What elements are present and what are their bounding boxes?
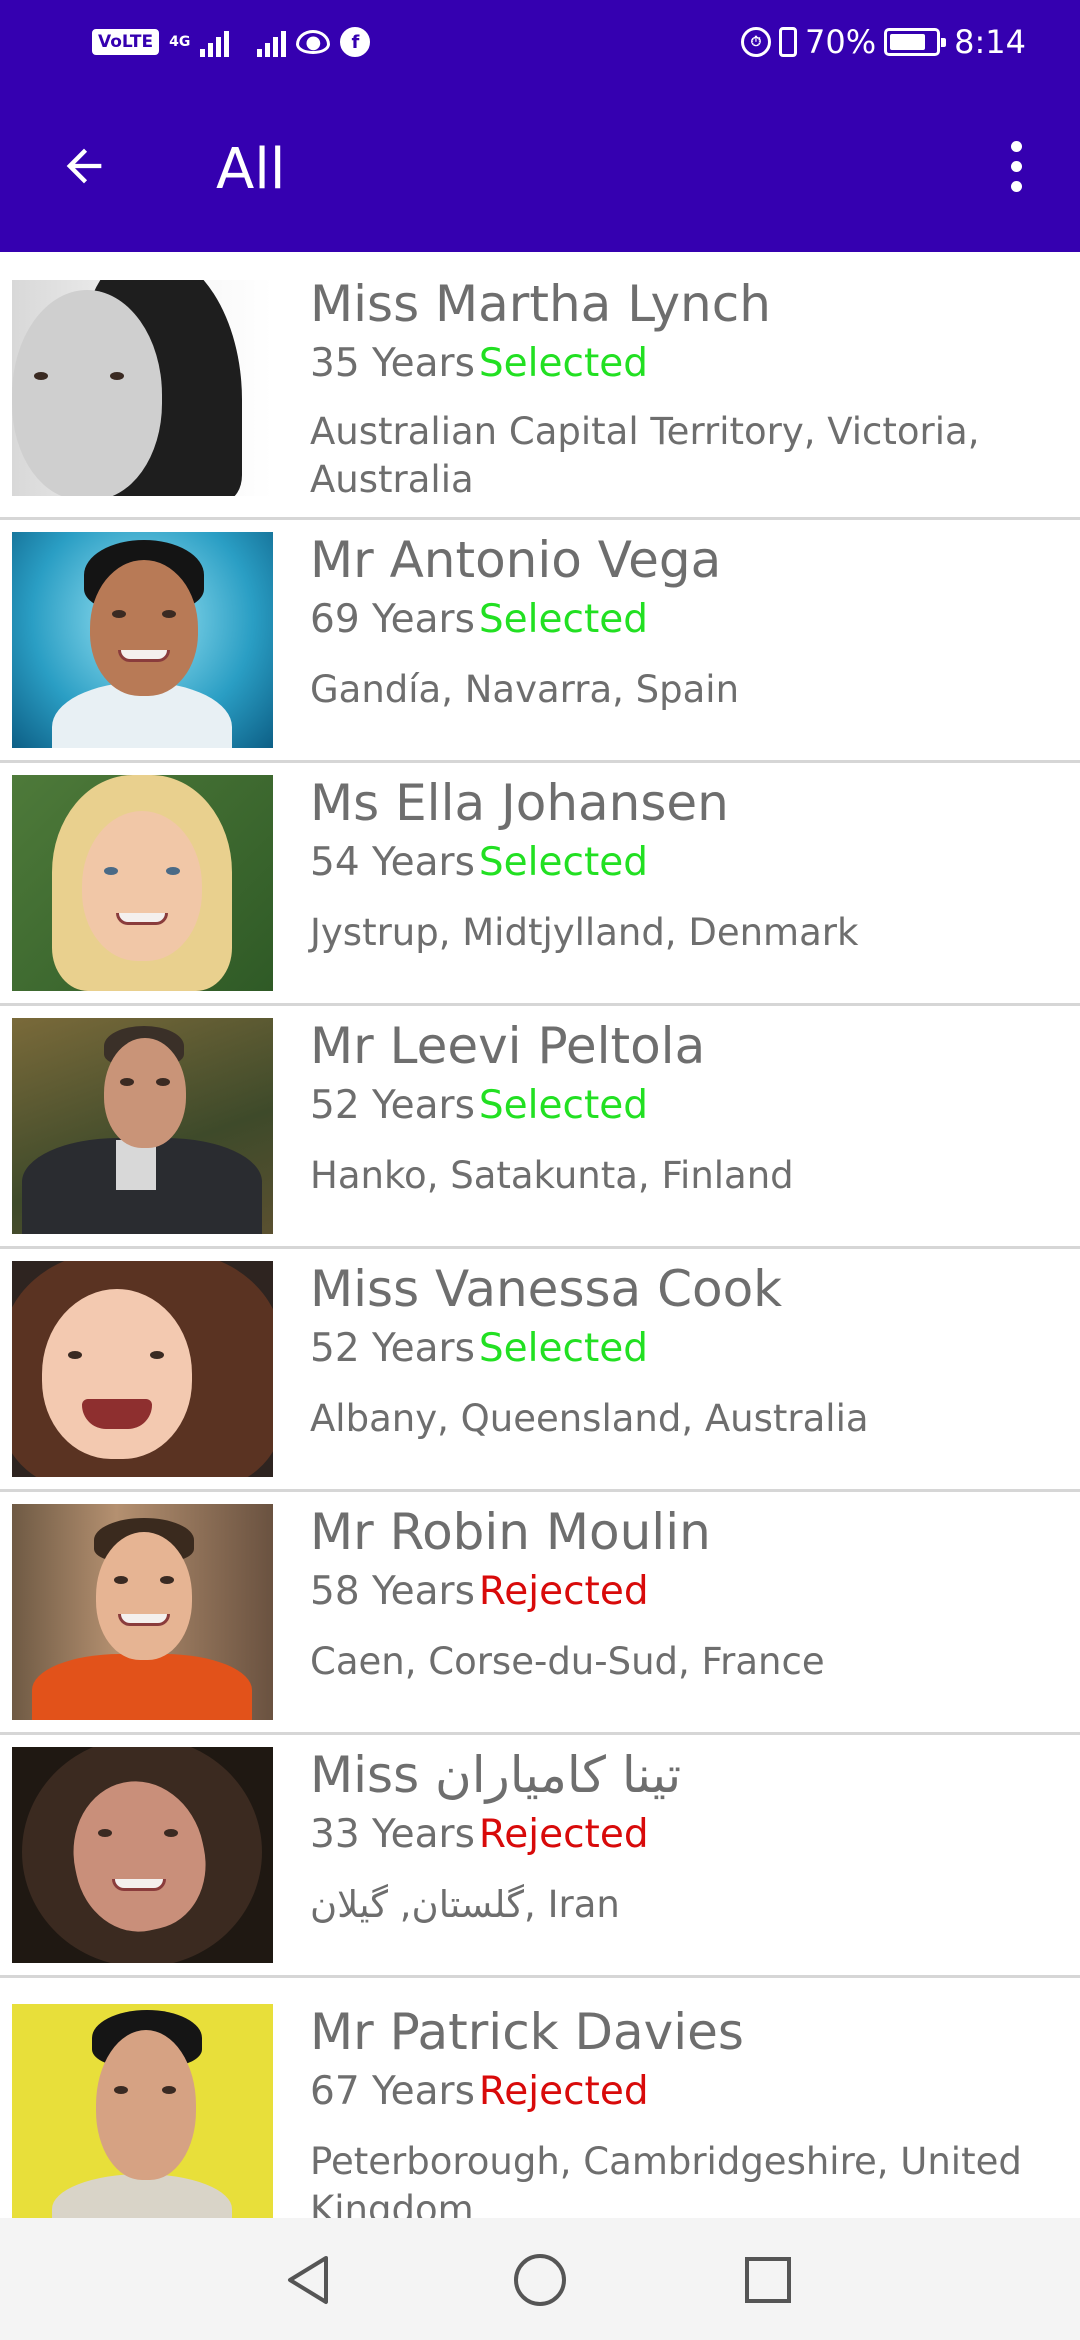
avatar <box>12 280 273 496</box>
person-age: 54 Years <box>310 840 475 885</box>
list-item[interactable]: Mr Robin Moulin 58 Years Rejected Caen, C… <box>0 1492 1080 1735</box>
list-item[interactable]: Miss Vanessa Cook 52 Years Selected Alban… <box>0 1249 1080 1492</box>
volte-badge: VoLTE <box>92 29 160 55</box>
status-badge: Rejected <box>478 1812 649 1857</box>
person-age: 69 Years <box>310 597 475 642</box>
avatar <box>12 2004 273 2218</box>
arrow-back-icon <box>66 148 102 184</box>
status-badge: Rejected <box>478 1569 649 1614</box>
list-item[interactable]: Mr Patrick Davies 67 Years Rejected Peter… <box>0 1978 1080 2218</box>
person-age: 35 Years <box>310 341 475 386</box>
people-list: Miss Martha Lynch 35 Years Selected Austr… <box>0 252 1080 2218</box>
avatar <box>12 532 273 748</box>
battery-icon <box>884 28 947 56</box>
status-badge: Rejected <box>478 2069 649 2114</box>
alarm-icon: ⏱ <box>741 27 772 57</box>
page-title: All <box>216 137 286 202</box>
status-badge: Selected <box>478 341 648 386</box>
nav-back-button[interactable] <box>276 2248 340 2312</box>
list-item[interactable]: Mr Leevi Peltola 52 Years Selected Hanko,… <box>0 1006 1080 1249</box>
avatar <box>12 775 273 991</box>
nav-home-button[interactable] <box>508 2248 572 2312</box>
person-age: 52 Years <box>310 1083 475 1128</box>
person-location: Peterborough, Cambridgeshire, United Kin… <box>310 2140 1022 2218</box>
list-item[interactable]: Ms Ella Johansen 54 Years Selected Jystru… <box>0 763 1080 1006</box>
clock: 8:14 <box>954 23 1026 61</box>
person-name: Miss Vanessa Cook <box>310 1260 783 1318</box>
eye-comfort-icon: ● <box>296 30 331 54</box>
network-type: 4G <box>169 34 191 50</box>
status-bar-right: ⏱ 70% 8:14 <box>741 20 1026 64</box>
avatar <box>12 1018 273 1234</box>
status-bar-left: VoLTE 4G ● f <box>92 22 371 62</box>
person-location: Albany, Queensland, Australia <box>310 1397 869 1440</box>
status-badge: Selected <box>478 1083 648 1128</box>
person-name: Mr Robin Moulin <box>310 1503 711 1561</box>
signal-strength-2-icon <box>257 27 287 57</box>
list-item[interactable]: Miss تینا کامیاران 33 Years Rejected گلست… <box>0 1735 1080 1978</box>
nav-recents-button[interactable] <box>736 2248 800 2312</box>
person-location: Caen, Corse-du-Sud, France <box>310 1640 825 1683</box>
person-name: Ms Ella Johansen <box>310 774 729 832</box>
person-age: 58 Years <box>310 1569 475 1614</box>
signal-strength-icon <box>200 27 230 57</box>
person-location: Australian Capital Territory, Victoria, … <box>310 410 980 501</box>
status-badge: Selected <box>478 840 648 885</box>
nav-back-icon <box>288 2256 328 2304</box>
overflow-menu-button[interactable] <box>980 130 1052 202</box>
person-name: Mr Patrick Davies <box>310 2003 744 2061</box>
person-name: Miss تینا کامیاران <box>310 1746 682 1804</box>
person-location: گلستان, گیلان, Iran <box>310 1883 620 1926</box>
vibrate-icon <box>779 27 798 57</box>
avatar <box>12 1261 273 1477</box>
status-bar: VoLTE 4G ● f ⏱ 70% 8:14 <box>0 0 1080 86</box>
list-item[interactable]: Miss Martha Lynch 35 Years Selected Austr… <box>0 252 1080 520</box>
facebook-icon: f <box>340 27 371 57</box>
nav-home-icon <box>514 2254 566 2306</box>
person-location: Jystrup, Midtjylland, Denmark <box>310 911 859 954</box>
person-location: Hanko, Satakunta, Finland <box>310 1154 794 1197</box>
battery-percent: 70% <box>805 23 877 61</box>
person-age: 33 Years <box>310 1812 475 1857</box>
person-name: Mr Antonio Vega <box>310 531 722 589</box>
person-name: Mr Leevi Peltola <box>310 1017 706 1075</box>
app-bar: All <box>0 86 1080 252</box>
person-age: 67 Years <box>310 2069 475 2114</box>
person-name: Miss Martha Lynch <box>310 275 771 333</box>
avatar <box>12 1747 273 1963</box>
system-nav-bar <box>0 2218 1080 2340</box>
list-item[interactable]: Mr Antonio Vega 69 Years Selected Gandía,… <box>0 520 1080 763</box>
person-location: Gandía, Navarra, Spain <box>310 668 740 711</box>
back-button[interactable] <box>48 130 120 202</box>
avatar <box>12 1504 273 1720</box>
status-badge: Selected <box>478 597 648 642</box>
more-vert-icon <box>1010 140 1022 152</box>
status-badge: Selected <box>478 1326 648 1371</box>
nav-recents-icon <box>745 2257 791 2303</box>
person-age: 52 Years <box>310 1326 475 1371</box>
